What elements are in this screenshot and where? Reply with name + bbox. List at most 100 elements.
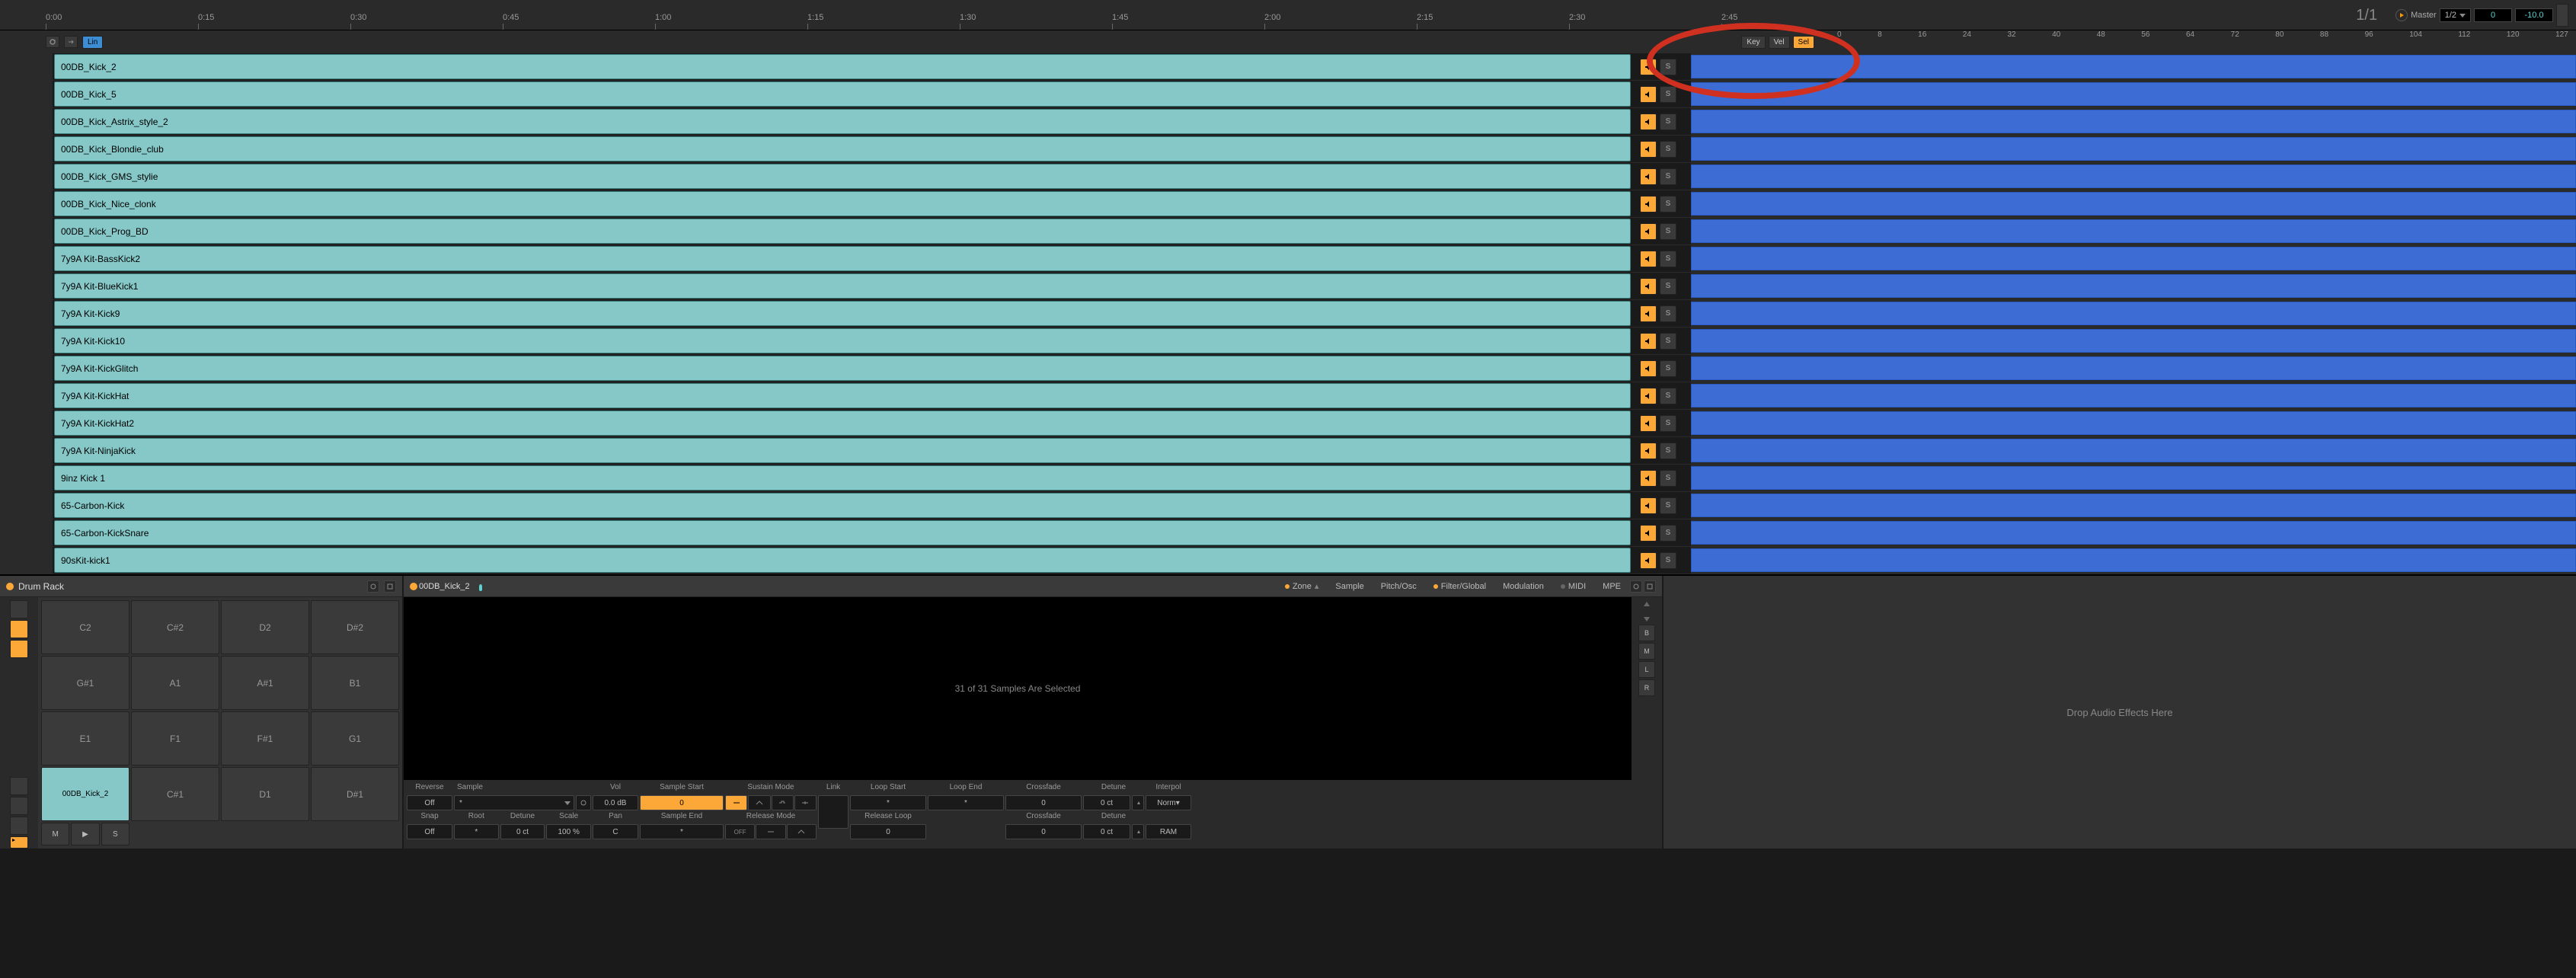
timeline-ruler[interactable]: 0:000:150:300:451:001:151:301:452:002:15… (0, 0, 2576, 30)
zone-bar[interactable] (1691, 110, 2576, 133)
solo-button[interactable]: S (1660, 196, 1676, 213)
drum-pad[interactable]: G1 (311, 711, 399, 765)
macro-icon[interactable] (10, 600, 28, 618)
sample-name[interactable]: 00DB_Kick_5 (54, 82, 1631, 107)
drum-pad[interactable]: C#1 (131, 767, 219, 821)
solo-button[interactable]: S (1660, 223, 1676, 240)
sample-row[interactable]: 00DB_Kick_Astrix_style_2S (0, 108, 2576, 136)
detune2-arrow-icon[interactable] (1132, 795, 1144, 810)
tab-midi[interactable]: MIDI (1553, 580, 1593, 593)
sample-row[interactable]: 00DB_Kick_Prog_BDS (0, 218, 2576, 245)
drum-pad[interactable]: G#1 (41, 656, 129, 710)
device-activator-icon[interactable] (6, 583, 14, 590)
zone-area[interactable] (1691, 163, 2576, 190)
sample-name[interactable]: 7y9A Kit-Kick9 (54, 301, 1631, 326)
solo-button[interactable]: S (1660, 497, 1676, 514)
zone-area[interactable] (1691, 328, 2576, 354)
lin-button[interactable]: Lin (82, 36, 103, 49)
sampler-hotswap-icon[interactable] (1630, 580, 1642, 593)
mute-button[interactable] (1640, 415, 1657, 432)
pad-overview-down[interactable] (10, 817, 28, 835)
drum-pad[interactable]: F#1 (221, 711, 309, 765)
drum-pad[interactable]: D1 (221, 767, 309, 821)
mute-button[interactable] (1640, 86, 1657, 103)
sample-waveform-display[interactable]: 31 of 31 Samples Are Selected (404, 597, 1632, 780)
solo-button[interactable]: S (1660, 251, 1676, 267)
sample-row[interactable]: 90sKit-kick1S (0, 547, 2576, 574)
sample-start-value[interactable]: 0 (640, 795, 724, 810)
zone-bar[interactable] (1691, 192, 2576, 216)
r-button[interactable]: R (1638, 679, 1655, 696)
solo-button[interactable]: S (1660, 168, 1676, 185)
mute-button[interactable] (1640, 443, 1657, 459)
sample-dropdown[interactable]: * (454, 795, 574, 810)
sample-name[interactable]: 00DB_Kick_GMS_stylie (54, 164, 1631, 189)
zone-bar[interactable] (1691, 548, 2576, 572)
solo-button[interactable]: S (1660, 525, 1676, 542)
sample-row[interactable]: 65-Carbon-KickSnare S (0, 519, 2576, 547)
drum-pad[interactable]: C2 (41, 600, 129, 654)
drum-pad[interactable]: E1 (41, 711, 129, 765)
drum-pad[interactable]: F1 (131, 711, 219, 765)
drum-pad[interactable]: A#1 (221, 656, 309, 710)
vol-value[interactable]: 0.0 dB (593, 795, 638, 810)
sample-row[interactable]: 7y9A Kit-BassKick2S (0, 245, 2576, 273)
detune3-value[interactable]: 0 ct (1083, 824, 1130, 839)
sel-button[interactable]: Sel (1793, 36, 1814, 49)
detune2-value[interactable]: 0 ct (1083, 795, 1130, 810)
sample-row[interactable]: 7y9A Kit-KickHat2S (0, 410, 2576, 437)
scale-value[interactable]: 100 % (546, 824, 591, 839)
mute-button[interactable] (1640, 470, 1657, 487)
master-value2[interactable]: -10.0 (2515, 8, 2553, 22)
mute-button[interactable] (1640, 251, 1657, 267)
l-button[interactable]: L (1638, 661, 1655, 678)
zone-area[interactable] (1691, 437, 2576, 464)
pad-s-button[interactable]: S (101, 823, 129, 845)
sample-row[interactable]: 7y9A Kit-Kick9 S (0, 300, 2576, 328)
zone-area[interactable] (1691, 81, 2576, 107)
sampler-activator-icon[interactable] (410, 583, 417, 590)
drum-pad[interactable]: B1 (311, 656, 399, 710)
zone-bar[interactable] (1691, 384, 2576, 408)
zone-bar[interactable] (1691, 55, 2576, 78)
sample-name[interactable]: 9inz Kick 1 (54, 465, 1631, 491)
sample-name[interactable]: 7y9A Kit-BlueKick1 (54, 273, 1631, 299)
solo-button[interactable]: S (1660, 415, 1676, 432)
solo-button[interactable]: S (1660, 388, 1676, 404)
zone-area[interactable] (1691, 382, 2576, 409)
sample-row[interactable]: 7y9A Kit-KickGlitchS (0, 355, 2576, 382)
crossfade1-value[interactable]: 0 (1005, 795, 1082, 810)
mute-button[interactable] (1640, 360, 1657, 377)
solo-button[interactable]: S (1660, 333, 1676, 350)
zone-area[interactable] (1691, 410, 2576, 436)
sample-row[interactable]: 7y9A Kit-NinjaKickS (0, 437, 2576, 465)
zone-area[interactable] (1691, 355, 2576, 382)
solo-button[interactable]: S (1660, 305, 1676, 322)
zone-area[interactable] (1691, 218, 2576, 244)
hotswap-icon[interactable] (367, 580, 379, 593)
vscroll-icon[interactable] (1642, 600, 1651, 623)
loop-start-value[interactable]: * (850, 795, 926, 810)
mute-button[interactable] (1640, 388, 1657, 404)
drum-pad-selected[interactable]: 00DB_Kick_2 (41, 767, 129, 821)
zone-bar[interactable] (1691, 439, 2576, 462)
sample-row[interactable]: 00DB_Kick_2S (0, 53, 2576, 81)
vel-button[interactable]: Vel (1769, 36, 1790, 49)
sample-name[interactable]: 7y9A Kit-NinjaKick (54, 438, 1631, 463)
release-mode-icons[interactable]: OFF (725, 824, 817, 839)
tab-filter[interactable]: Filter/Global (1426, 580, 1494, 593)
sample-row[interactable]: 00DB_Kick_5S (0, 81, 2576, 108)
drum-pad[interactable]: C#2 (131, 600, 219, 654)
mute-button[interactable] (1640, 113, 1657, 130)
zone-bar[interactable] (1691, 356, 2576, 380)
mute-button[interactable] (1640, 525, 1657, 542)
key-button[interactable]: Key (1741, 36, 1765, 49)
sample-name[interactable]: 00DB_Kick_Nice_clonk (54, 191, 1631, 216)
sample-row[interactable]: 7y9A Kit-BlueKick1S (0, 273, 2576, 300)
sample-name[interactable]: 00DB_Kick_Astrix_style_2 (54, 109, 1631, 134)
sample-row[interactable]: 7y9A Kit-KickHatS (0, 382, 2576, 410)
sample-name[interactable]: 90sKit-kick1 (54, 548, 1631, 573)
zone-bar[interactable] (1691, 521, 2576, 545)
sample-name[interactable]: 65-Carbon-KickSnare (54, 520, 1631, 545)
zone-area[interactable] (1691, 245, 2576, 272)
